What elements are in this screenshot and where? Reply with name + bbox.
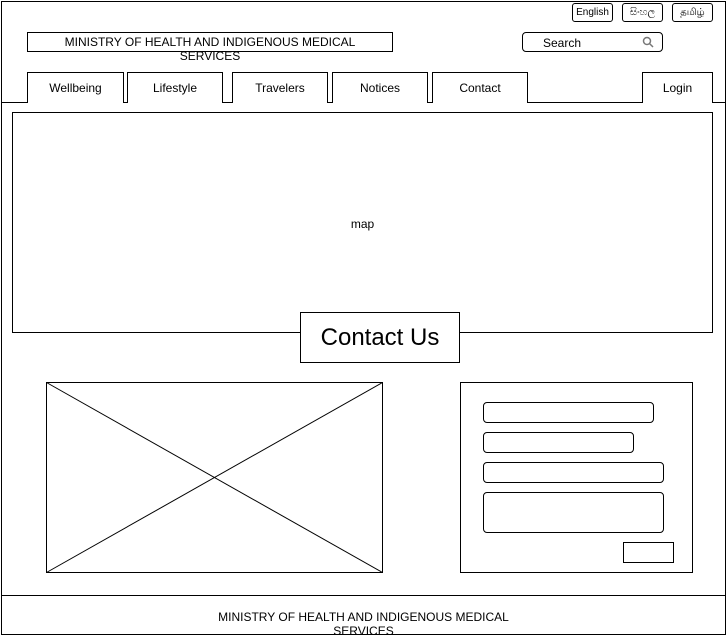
tab-notices[interactable]: Notices <box>332 72 428 103</box>
tab-label: Travelers <box>255 81 305 95</box>
tab-label: Lifestyle <box>152 81 198 95</box>
language-sinhala-button[interactable]: සිංහල <box>622 3 663 22</box>
name-field[interactable] <box>483 402 654 423</box>
login-button[interactable]: Login <box>642 72 713 103</box>
tab-label: Wellbeing <box>49 81 102 95</box>
login-label: Login <box>662 81 693 95</box>
message-field[interactable] <box>483 492 664 533</box>
contact-heading: Contact Us <box>300 312 460 363</box>
image-placeholder <box>46 382 383 573</box>
email-field[interactable] <box>483 432 634 453</box>
submit-button[interactable] <box>623 542 674 563</box>
map-area[interactable]: map <box>12 112 713 333</box>
tab-label: Notices <box>359 81 400 95</box>
site-title: MINISTRY OF HEALTH AND INDIGENOUS MEDICA… <box>64 35 356 63</box>
contact-form <box>460 382 693 573</box>
search-placeholder: Search <box>543 36 582 50</box>
search-icon[interactable] <box>642 36 654 48</box>
footer: MINISTRY OF HEALTH AND INDIGENOUS MEDICA… <box>1 595 726 637</box>
tab-label: Contact <box>459 81 501 95</box>
language-english-button[interactable]: English <box>572 3 613 22</box>
tab-lifestyle[interactable]: Lifestyle <box>127 72 223 103</box>
language-tamil-button[interactable]: தமிழ் <box>672 3 713 22</box>
tab-wellbeing[interactable]: Wellbeing <box>27 72 124 103</box>
tab-contact[interactable]: Contact <box>432 72 528 103</box>
subject-field[interactable] <box>483 462 664 483</box>
map-label: map <box>350 217 375 231</box>
footer-text: MINISTRY OF HEALTH AND INDIGENOUS MEDICA… <box>218 610 509 637</box>
tab-travelers[interactable]: Travelers <box>232 72 328 103</box>
search-input[interactable]: Search <box>522 32 663 52</box>
